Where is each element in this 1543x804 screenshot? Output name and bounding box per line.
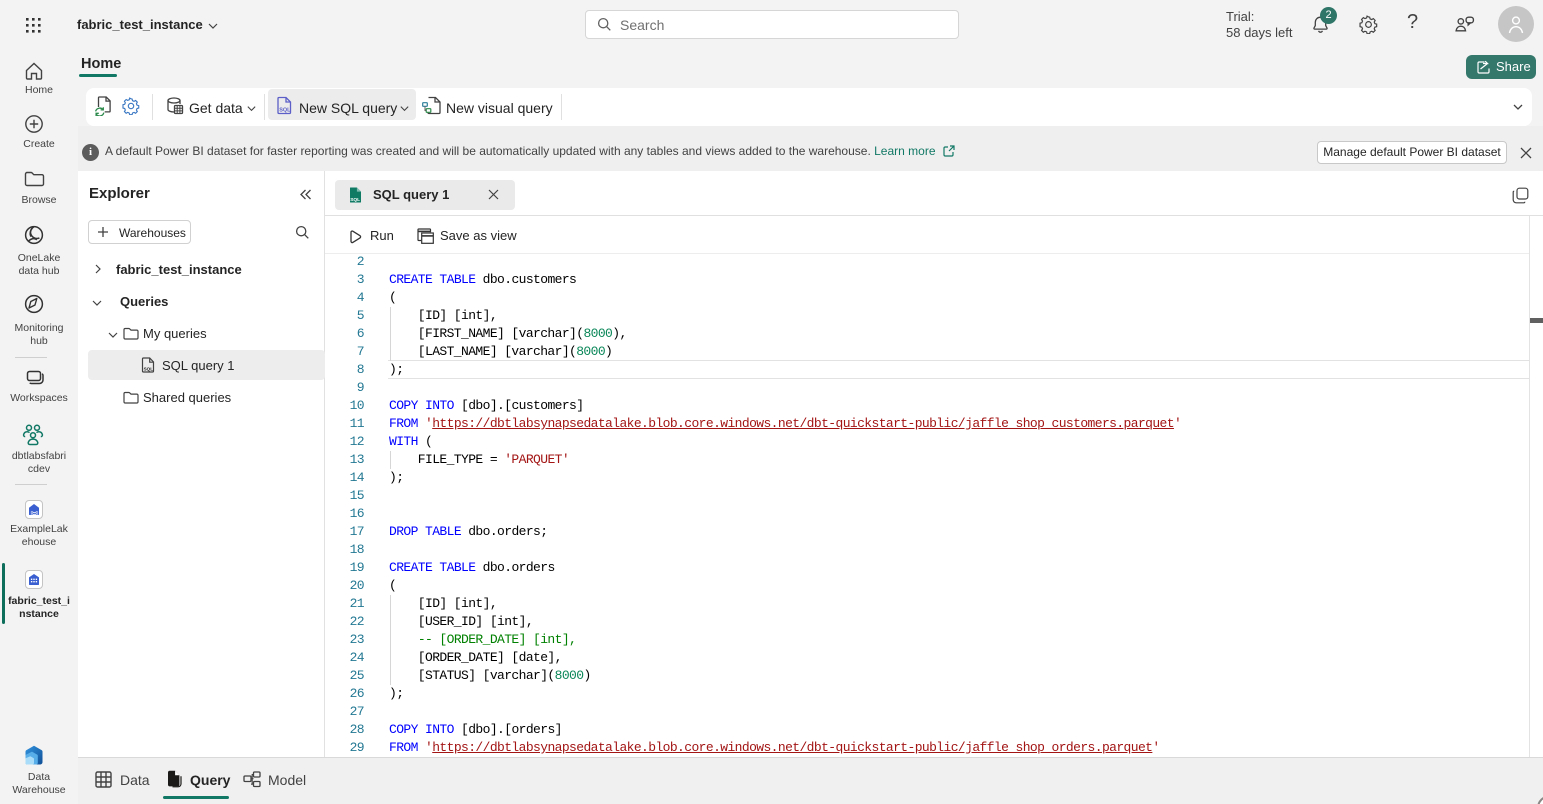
svg-text:SQL: SQL xyxy=(279,108,291,114)
svg-text:SQL: SQL xyxy=(350,197,360,203)
svg-text:SQL: SQL xyxy=(144,367,154,372)
